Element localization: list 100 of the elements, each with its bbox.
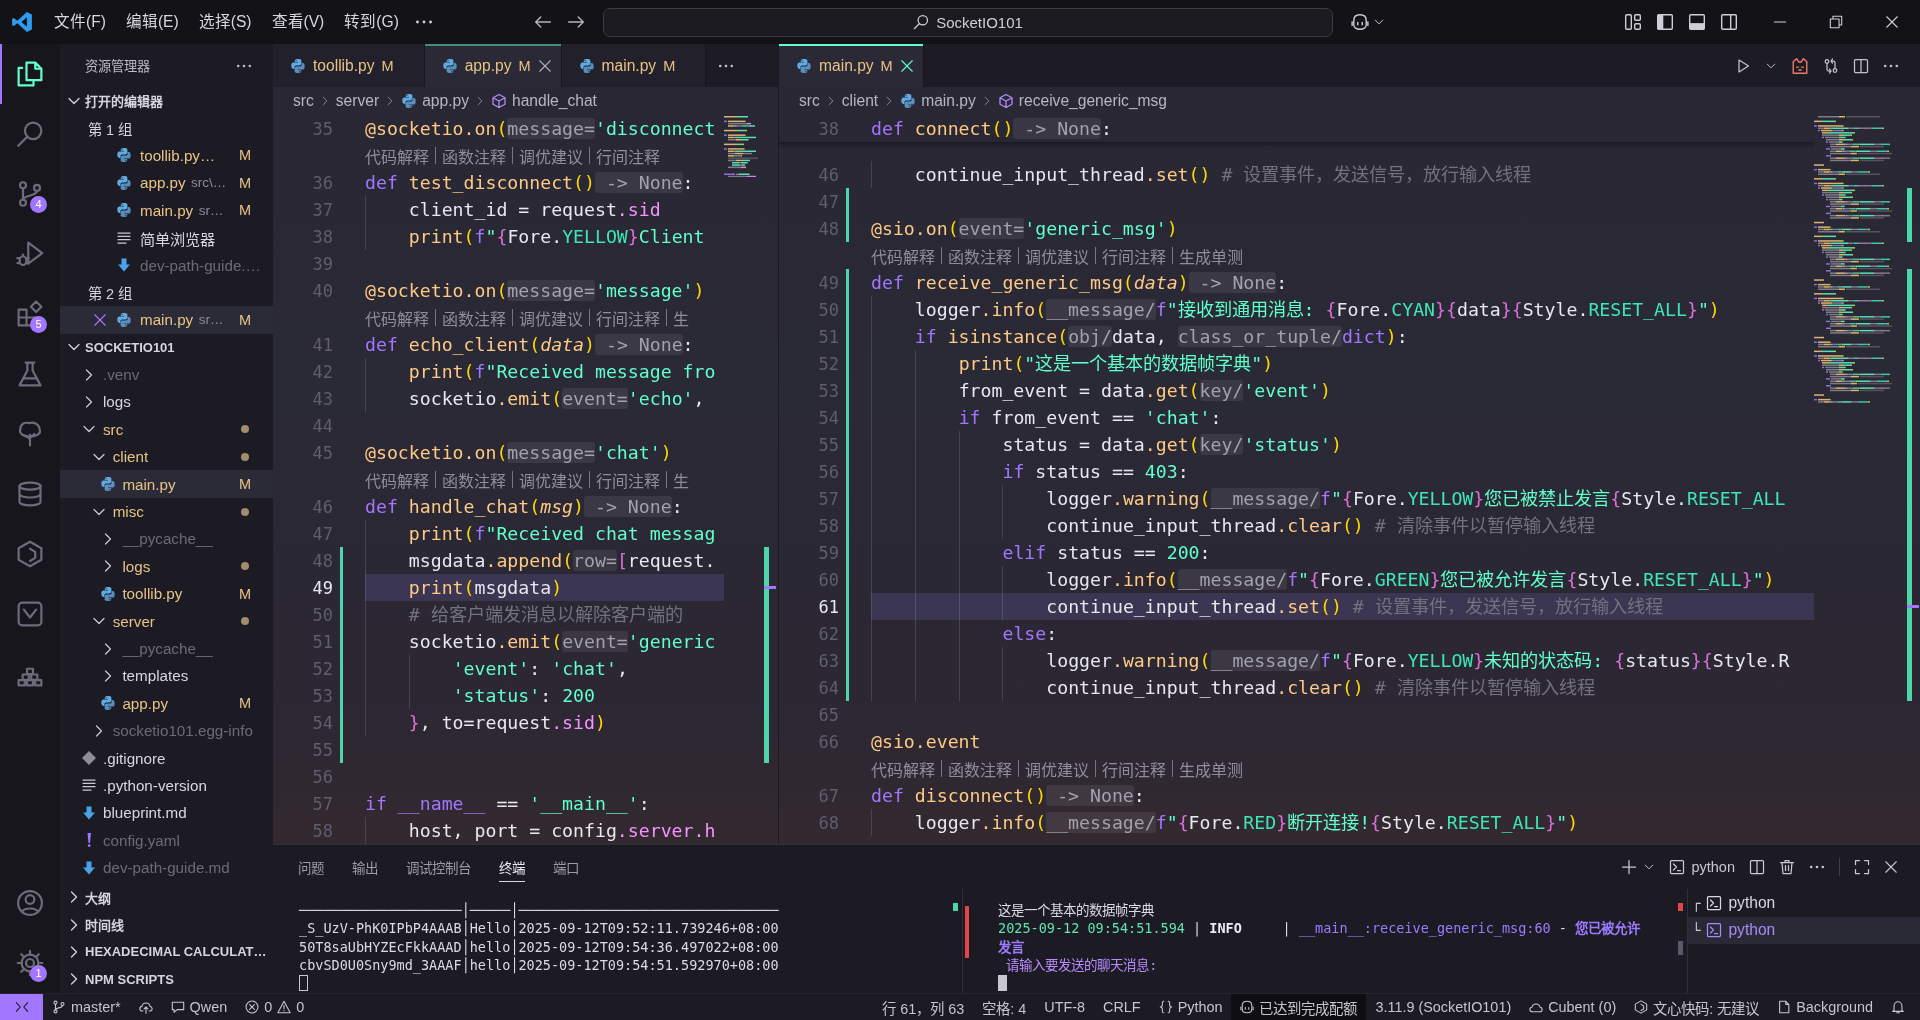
menu-item[interactable]: 查看(V) [261,8,335,36]
close-icon[interactable] [537,58,552,73]
code-lens-link[interactable]: 调优建议 [1025,243,1089,268]
code-lens-link[interactable]: 行间注释 [1102,243,1166,268]
status-item[interactable]: Background [1768,994,1882,1020]
cat-face-icon[interactable] [1791,56,1809,75]
panel-tab[interactable]: 终端 [499,852,525,882]
open-editor-item[interactable]: 简单浏览器 [60,223,273,252]
remote-button[interactable] [0,994,43,1020]
code-lens-link[interactable]: 函数注释 [948,243,1012,268]
close-icon[interactable] [1885,15,1899,29]
code-lens-link[interactable]: 生 [673,467,689,492]
menu-item[interactable]: 文件(F) [44,8,116,36]
breadcrumb-item[interactable]: receive_generic_msg [997,92,1168,110]
tree-item[interactable]: app.py M [60,689,273,717]
open-editor-item[interactable]: toollib.py… M [60,141,273,170]
layout-grid-icon[interactable] [1624,13,1642,31]
code-lens-link[interactable]: 调优建议 [1025,756,1089,781]
editor-tab[interactable]: main.py M [779,44,924,87]
tree-item[interactable]: blueprint.md [60,799,273,827]
code-lens-link[interactable]: 调优建议 [519,305,583,330]
menu-item[interactable]: 选择(S) [188,8,262,36]
panel-tab[interactable]: 输出 [352,852,378,882]
problems-button[interactable]: 0 0 [236,994,314,1020]
status-item[interactable]: 文心快码: 无建议 [1625,994,1769,1020]
code-lens-link[interactable]: 调优建议 [519,467,583,492]
breadcrumb-item[interactable]: app.py [401,92,469,110]
code-lens-link[interactable]: 行间注释 [596,467,660,492]
section-header[interactable]: SOCKETIO101 [60,333,273,361]
tree-item[interactable]: server [60,607,273,635]
code-lens-link[interactable]: 代码解释 [871,243,935,268]
code-lens-link[interactable]: 生成单测 [1179,756,1243,781]
section-header[interactable]: 大纲 [60,883,273,911]
section-header[interactable]: HEXADECIMAL CALCULAT… [60,938,273,966]
menu-item[interactable]: 转到(G) [334,8,409,36]
panel-tab[interactable]: 调试控制台 [406,852,471,882]
panel-bottom-icon[interactable] [1688,13,1706,31]
breadcrumb-item[interactable]: handle_chat [490,92,597,110]
tree-item[interactable]: .python-version [60,771,273,800]
breadcrumb-item[interactable]: server [335,92,380,110]
terminal-selector[interactable]: python [1669,859,1735,875]
code-lens-link[interactable]: 行间注释 [1102,756,1166,781]
tree-item[interactable]: client [60,443,273,471]
breadcrumb-item[interactable]: src [293,92,314,110]
tree-item[interactable]: logs [60,388,273,416]
section-header[interactable]: 时间线 [60,910,273,939]
status-item[interactable]: UTF-8 [1035,994,1095,1020]
tree-item[interactable]: main.py M [60,470,273,498]
code-lens-link[interactable]: 生 [673,305,689,330]
run-icon[interactable] [1735,57,1751,74]
code-lens-link[interactable]: 函数注释 [948,756,1012,781]
back-arrow-icon[interactable] [534,13,552,31]
maximize-icon[interactable] [1854,859,1870,875]
open-editor-item[interactable]: main.py sr… M [60,196,273,224]
restore-icon[interactable] [1829,15,1843,29]
code-lens-link[interactable]: 代码解释 [365,305,429,330]
code-lens-link[interactable]: 代码解释 [365,467,429,492]
editor-tab[interactable]: toollib.py M [273,44,425,87]
status-item[interactable]: CRLF [1094,994,1150,1020]
sidebar-right-icon[interactable] [1720,13,1738,31]
tree-item[interactable]: src [60,415,273,444]
code-lens-link[interactable]: 行间注释 [596,143,660,168]
status-item[interactable]: 行 61，列 63 [873,994,974,1020]
terminal-tab[interactable]: ┌ python [1688,889,1920,917]
close-icon[interactable] [1884,860,1898,874]
panel-tab[interactable]: 端口 [553,852,579,882]
terminal-tab[interactable]: └ python [1688,916,1920,944]
status-item[interactable]: 空格: 4 [973,994,1036,1020]
command-center[interactable]: SocketIO101 [603,7,1333,37]
breadcrumb-item[interactable]: src [799,92,820,110]
status-item[interactable]: Cubent (0) [1520,994,1626,1020]
split-editor-icon[interactable] [1853,57,1869,74]
forward-arrow-icon[interactable] [567,13,585,31]
status-item[interactable]: Qwen [161,994,237,1020]
status-item[interactable]: 3.11.9 (SocketIO101) [1366,994,1521,1020]
open-editor-item[interactable]: main.py sr… M [60,306,273,334]
tree-item[interactable]: templates [60,662,273,690]
sidebar-left-icon[interactable] [1656,13,1674,31]
tree-item[interactable]: .gitignore [60,744,273,772]
code-lens-link[interactable]: 函数注释 [442,143,506,168]
code-lens-link[interactable]: 代码解释 [871,756,935,781]
menu-item[interactable]: 编辑(E) [115,8,189,36]
compare-icon[interactable] [1823,57,1839,74]
breadcrumb-item[interactable]: client [841,92,879,110]
code-lens-link[interactable]: 调优建议 [519,143,583,168]
code-lens-link[interactable]: 函数注释 [442,305,506,330]
status-item[interactable]: 已达到完成配额 [1231,994,1367,1020]
status-item[interactable]: Python [1149,994,1232,1020]
code-lens-link[interactable]: 函数注释 [442,467,506,492]
editor-tab[interactable]: app.py M [424,44,562,87]
code-lens-link[interactable]: 生成单测 [1179,243,1243,268]
section-header[interactable]: 打开的编辑器 [60,87,273,115]
code-lens-link[interactable]: 行间注释 [596,305,660,330]
breadcrumb-item[interactable]: main.py [900,92,976,110]
robot-face-icon[interactable] [1351,13,1369,31]
tree-item[interactable]: toollib.py M [60,580,273,608]
trash-icon[interactable] [1779,859,1795,875]
tree-item[interactable]: logs [60,552,273,581]
open-editor-item[interactable]: app.py src\… M [60,169,273,197]
section-header[interactable]: NPM SCRIPTS [60,965,273,993]
